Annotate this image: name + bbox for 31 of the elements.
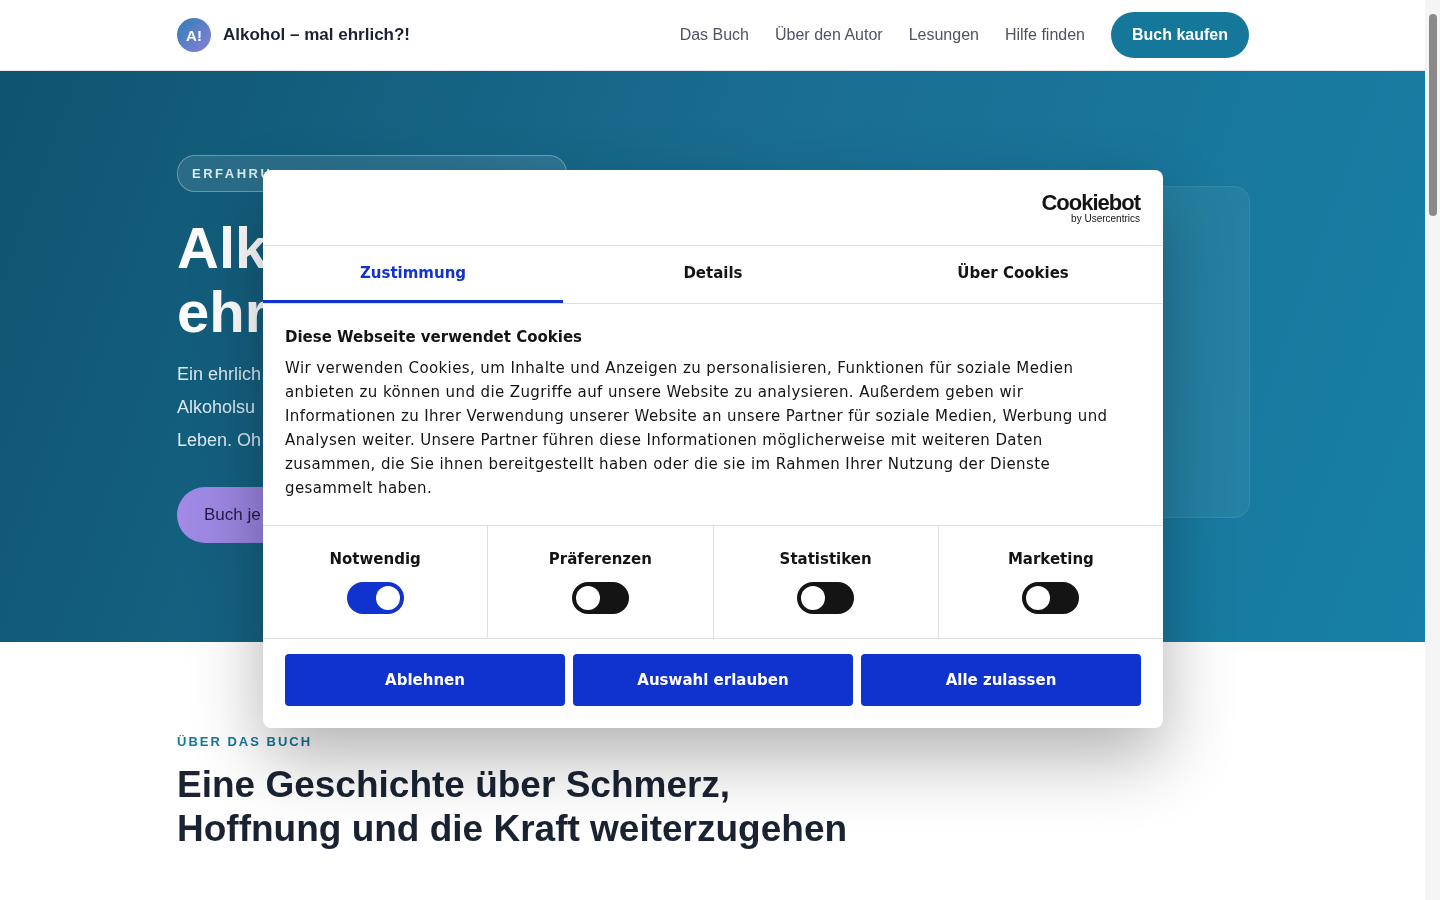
category-label: Präferenzen <box>548 550 652 568</box>
dialog-text: Wir verwenden Cookies, um Inhalte und Anzeigen zu personalisieren, Funktionen für soziale Medien anbieten zu können und die Zugriffe auf unsere Website zu analysieren. Außerdem geben wir Informationen zu Ihrer Verwendung unserer Website an unsere Partner für soziale Medien, Werbung und Analysen weiter. Unsere Partner führen diese Informationen möglicherweise mit weiteren Daten zusammen, die Sie ihnen bereitgestellt haben oder die sie im Rahmen Ihrer Nutzung der Dienste gesammelt haben. <box>285 358 1109 499</box>
toggle-switch[interactable] <box>797 582 855 614</box>
hero-text: Alkoholsu <box>177 396 256 419</box>
dialog-title: Diese Webseite verwendet Cookies <box>285 328 584 346</box>
section-heading: Hoffnung und die Kraft weiterzugehen <box>177 807 849 851</box>
section-heading: Eine Geschichte über Schmerz, <box>177 763 732 807</box>
toggle-switch[interactable] <box>346 582 404 614</box>
toggle-switch[interactable] <box>1022 582 1080 614</box>
section-eyebrow: ÜBER DAS BUCH <box>177 734 314 749</box>
site-title[interactable]: Alkohol – mal ehrlich?! <box>223 25 411 45</box>
nav-link[interactable]: Hilfe finden <box>1004 26 1085 44</box>
consent-button[interactable]: Ablehnen <box>285 654 565 706</box>
dialog-tab[interactable]: Zustimmung <box>263 246 563 303</box>
nav-link[interactable]: Über den Autor <box>775 26 883 44</box>
dialog-tab[interactable]: Details <box>563 246 863 303</box>
dialog-tab[interactable]: Über Cookies <box>863 246 1163 303</box>
nav-link[interactable]: Lesungen <box>908 26 979 44</box>
consent-button[interactable]: Alle zulassen <box>861 654 1141 706</box>
hero-text: Ein ehrlich <box>177 363 262 386</box>
category-label: Statistiken <box>779 550 872 568</box>
category-label: Notwendig <box>329 550 421 568</box>
nav-link[interactable]: Das Buch <box>679 26 749 44</box>
buy-button[interactable]: Buch kaufen <box>1111 12 1249 58</box>
consent-button[interactable]: Auswahl erlauben <box>573 654 853 706</box>
toggle-switch[interactable] <box>571 582 629 614</box>
hero-text: Leben. Oh <box>177 429 262 452</box>
scrollbar[interactable] <box>1425 0 1440 900</box>
category-label: Marketing <box>1007 550 1094 568</box>
logo-badge[interactable]: A! <box>177 18 211 52</box>
cookiebot-logo: Cookiebot by Usercentrics <box>1041 191 1140 224</box>
